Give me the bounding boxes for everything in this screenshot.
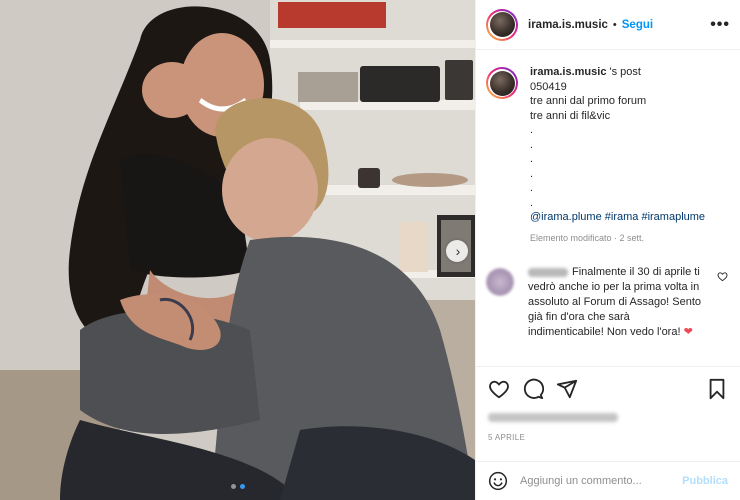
caption-line: 050419 <box>530 80 567 93</box>
post-header: irama.is.music • Segui ••• <box>476 0 740 50</box>
caption-line: . <box>530 138 534 151</box>
caption-line: . <box>530 182 534 194</box>
tag-link[interactable]: #irama <box>605 211 639 223</box>
caption-line: . <box>530 153 534 165</box>
carousel-dot <box>230 484 236 489</box>
heart-icon[interactable] <box>488 378 510 400</box>
post-side-panel: irama.is.music • Segui ••• irama.is.musi… <box>475 0 740 500</box>
comment-text: Finalmente il 30 di aprile ti vedrò anch… <box>528 266 702 338</box>
more-horizontal-icon[interactable]: ••• <box>710 16 730 34</box>
caption-tags: @irama.plume #irama #iramaplume <box>530 210 705 225</box>
header-username[interactable]: irama.is.music <box>528 19 608 31</box>
caption-avatar[interactable] <box>486 67 518 99</box>
profile-photo <box>489 12 515 37</box>
red-heart-emoji: ❤ <box>683 326 693 338</box>
header-separator: • <box>612 18 617 31</box>
post-photo[interactable]: › <box>0 0 475 500</box>
caption-username[interactable]: irama.is.music <box>530 66 606 78</box>
publish-button[interactable]: Pubblica <box>682 475 728 487</box>
smiley-icon[interactable] <box>488 471 508 491</box>
carousel-dot-active <box>239 484 245 489</box>
tag-link[interactable]: @irama.plume <box>530 211 602 223</box>
comment-username-blurred[interactable] <box>528 267 568 277</box>
comment-avatar-blurred[interactable] <box>486 268 514 296</box>
add-comment-bar: Pubblica <box>476 461 740 500</box>
likes-line-blurred[interactable] <box>488 411 728 423</box>
follow-button[interactable]: Segui <box>622 19 653 31</box>
bookmark-icon[interactable] <box>706 378 728 400</box>
photo-illustration <box>0 0 475 500</box>
profile-photo <box>489 70 515 96</box>
comments-section[interactable]: irama.is.music 's post 050419 tre anni d… <box>476 51 740 366</box>
post-actions: 5 APRILE <box>476 366 740 442</box>
tag-link[interactable]: #iramaplume <box>641 211 705 223</box>
caption-line: . <box>530 167 534 180</box>
chevron-right-icon: › <box>455 243 461 259</box>
share-icon[interactable] <box>556 378 578 400</box>
caption-suffix: 's post <box>606 66 641 78</box>
comment-item: Finalmente il 30 di aprile ti vedrò anch… <box>486 265 728 340</box>
comment-input[interactable] <box>520 475 670 487</box>
carousel-next-button[interactable]: › <box>446 240 468 262</box>
caption-line: tre anni di fil&vic <box>530 109 611 122</box>
post-caption: irama.is.music 's post 050419 tre anni d… <box>486 65 728 245</box>
post-date[interactable]: 5 APRILE <box>488 433 728 442</box>
heart-outline-icon[interactable] <box>717 271 728 285</box>
caption-line: tre anni dal primo forum <box>530 95 647 107</box>
caption-line: . <box>530 124 534 136</box>
caption-meta: Elemento modificato · 2 sett. <box>530 232 645 243</box>
carousel-dots <box>0 484 475 489</box>
caption-line: . <box>530 196 534 209</box>
avatar[interactable] <box>486 8 518 41</box>
comment-icon[interactable] <box>522 378 544 400</box>
